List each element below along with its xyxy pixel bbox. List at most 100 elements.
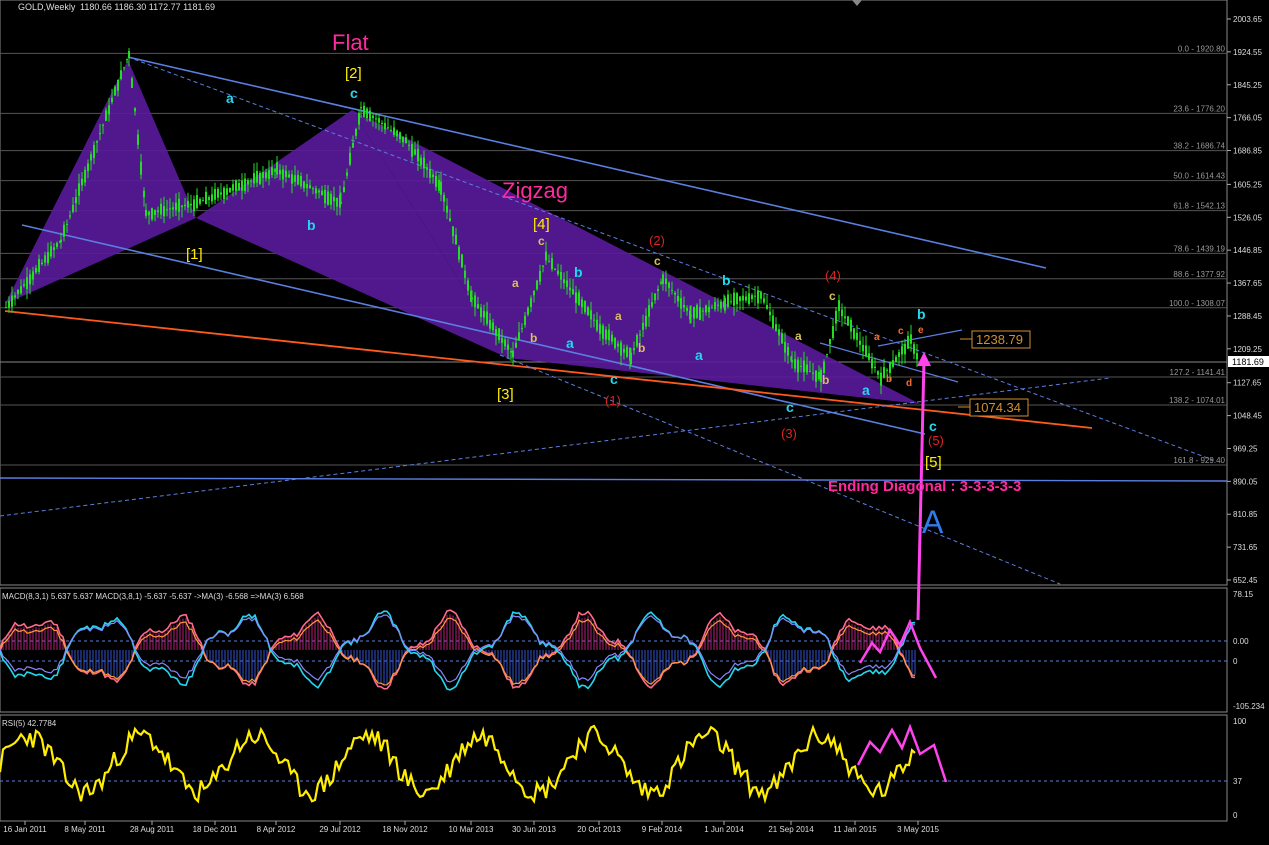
candle-body bbox=[548, 261, 550, 263]
wave-sublabel: a bbox=[695, 347, 703, 363]
candle-body bbox=[271, 167, 273, 175]
candle-body bbox=[578, 292, 580, 306]
candle-body bbox=[38, 259, 40, 272]
svg-text:1238.79: 1238.79 bbox=[976, 332, 1023, 347]
candle-body bbox=[282, 169, 284, 180]
candle-body bbox=[730, 301, 732, 303]
candle-body bbox=[832, 326, 834, 339]
macd-axis-label: -105.234 bbox=[1233, 702, 1265, 711]
macd-axis-label: 0.00 bbox=[1233, 637, 1249, 646]
candle-body bbox=[26, 277, 28, 290]
candle-body bbox=[405, 137, 407, 144]
candle-body bbox=[524, 315, 526, 326]
candle-body bbox=[754, 295, 756, 297]
candle-body bbox=[648, 305, 650, 317]
candle-body bbox=[75, 197, 77, 204]
candle-body bbox=[717, 304, 719, 306]
chart-canvas[interactable]: 0.0 - 1920.80 23.6 - 1776.20 38.2 - 1686.7… bbox=[0, 0, 1269, 840]
candle-body bbox=[853, 328, 855, 339]
axis-tick-label: 731.65 bbox=[1233, 543, 1258, 552]
candle-body bbox=[446, 205, 448, 213]
candle-body bbox=[572, 289, 574, 295]
wave-sublabel: c bbox=[538, 234, 545, 248]
candle-body bbox=[32, 271, 34, 280]
rsi-panel[interactable] bbox=[0, 714, 1228, 822]
candle-body bbox=[199, 199, 201, 204]
candle-body bbox=[99, 132, 101, 135]
candle-body bbox=[674, 292, 676, 295]
candle-body bbox=[654, 293, 656, 301]
candle-body bbox=[184, 204, 186, 207]
candle-body bbox=[662, 274, 664, 284]
candle-body bbox=[226, 188, 228, 195]
wave-sublabel: b bbox=[917, 306, 926, 322]
candle-body bbox=[461, 254, 463, 268]
macd-axis-label: 78.15 bbox=[1233, 590, 1254, 599]
candle-body bbox=[696, 305, 698, 318]
candle-body bbox=[557, 270, 559, 275]
candle-body bbox=[812, 372, 814, 374]
candle-body bbox=[154, 209, 156, 215]
candle-body bbox=[303, 181, 305, 189]
candle-body bbox=[414, 149, 416, 155]
candle-body bbox=[411, 143, 413, 157]
candle-body bbox=[14, 295, 16, 298]
candle-body bbox=[402, 136, 404, 143]
candle-body bbox=[815, 370, 817, 382]
candle-body bbox=[123, 67, 125, 69]
candle-body bbox=[208, 197, 210, 201]
candle-body bbox=[787, 347, 789, 356]
candle-body bbox=[5, 306, 7, 308]
candle-body bbox=[913, 344, 915, 354]
wave-sublabel: a bbox=[862, 382, 870, 398]
annotation-zigzag: Zigzag bbox=[502, 178, 568, 203]
time-tick-label: 8 May 2011 bbox=[64, 825, 106, 834]
candle-body bbox=[120, 70, 122, 80]
candle-body bbox=[693, 307, 695, 319]
wave-sublabel: a bbox=[512, 276, 519, 290]
time-tick-label: 9 Feb 2014 bbox=[642, 825, 683, 834]
candle-body bbox=[241, 180, 243, 191]
candle-body bbox=[355, 129, 357, 136]
current-price-value: 1181.69 bbox=[1232, 357, 1264, 367]
label-wave-3: [3] bbox=[497, 386, 514, 403]
candle-body bbox=[29, 274, 31, 285]
candle-body bbox=[581, 299, 583, 308]
candle-body bbox=[330, 193, 332, 205]
candle-body bbox=[253, 173, 255, 184]
fib-label: 50.0 - 1614.43 bbox=[1173, 172, 1225, 181]
candle-body bbox=[44, 255, 46, 263]
candle-body bbox=[838, 300, 840, 312]
candle-body bbox=[423, 157, 425, 169]
candle-body bbox=[614, 338, 616, 349]
candle-body bbox=[318, 190, 320, 193]
candle-body bbox=[84, 169, 86, 183]
axis-tick-label: 1605.25 bbox=[1233, 180, 1262, 189]
candle-body bbox=[291, 174, 293, 184]
candle-body bbox=[429, 168, 431, 178]
candle-body bbox=[477, 304, 479, 309]
candle-body bbox=[315, 188, 317, 194]
candle-body bbox=[683, 304, 685, 308]
candle-body bbox=[847, 316, 849, 326]
candle-body bbox=[8, 300, 10, 308]
candle-body bbox=[521, 327, 523, 329]
rsi-axis-label: 100 bbox=[1233, 717, 1247, 726]
candle-body bbox=[166, 209, 168, 211]
candle-body bbox=[542, 265, 544, 267]
wave-sublabel: a bbox=[795, 329, 802, 343]
macd-panel[interactable] bbox=[0, 587, 1228, 713]
candle-body bbox=[471, 297, 473, 300]
candle-body bbox=[458, 246, 460, 260]
candle-body bbox=[131, 78, 133, 88]
candle-body bbox=[169, 208, 171, 210]
candle-body bbox=[778, 329, 780, 336]
candle-body bbox=[745, 296, 747, 301]
candle-body bbox=[486, 311, 488, 324]
candle-body bbox=[349, 152, 351, 165]
candle-body bbox=[708, 306, 710, 313]
fib-label: 161.8 - 929.40 bbox=[1173, 456, 1225, 465]
time-tick-label: 28 Aug 2011 bbox=[130, 825, 175, 834]
candle-body bbox=[781, 333, 783, 344]
candle-body bbox=[751, 295, 753, 300]
